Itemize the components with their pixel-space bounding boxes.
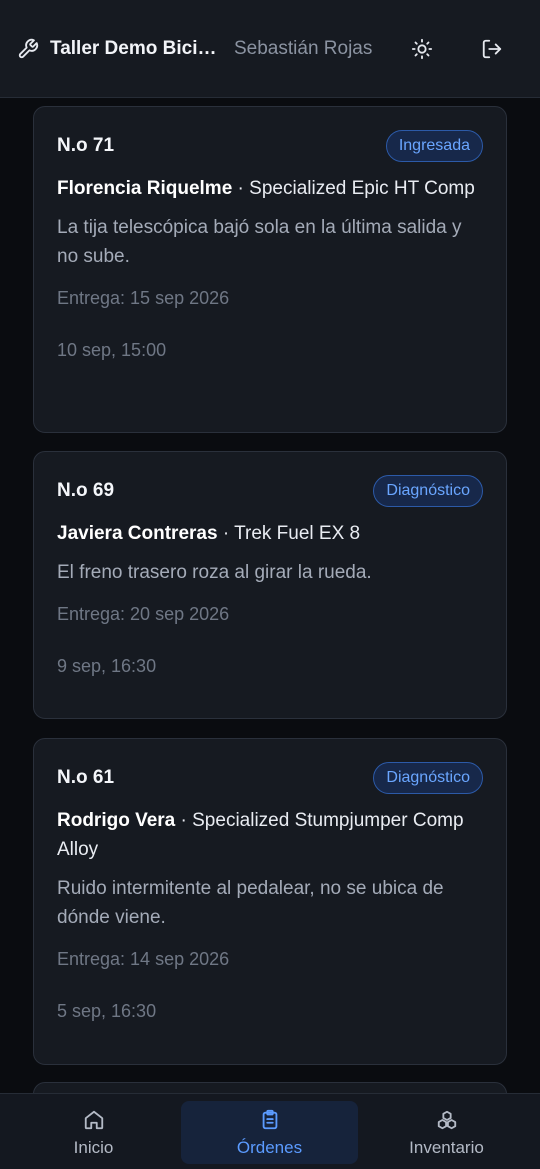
order-card[interactable]: N.o 61 Diagnóstico Rodrigo Vera · Specia… (33, 738, 507, 1065)
wrench-icon (16, 37, 40, 61)
order-number: N.o 61 (57, 767, 115, 788)
status-badge: Diagnóstico (373, 475, 483, 507)
order-created-date: 9 sep, 16:30 (57, 656, 157, 676)
order-client-bike: Rodrigo Vera · Specialized Stumpjumper C… (57, 806, 483, 864)
nav-label-orders: Órdenes (236, 1137, 303, 1157)
order-due-date: Entrega: 14 sep 2026 (57, 949, 230, 969)
user-name[interactable]: Sebastián Rojas (234, 38, 386, 60)
order-card[interactable] (33, 1082, 507, 1093)
bike-model: · Specialized Epic HT Comp (232, 178, 475, 199)
nav-item-orders[interactable]: Órdenes (181, 1101, 358, 1164)
home-icon (83, 1108, 105, 1132)
logout-icon[interactable] (478, 35, 506, 63)
client-name: Florencia Riquelme (57, 178, 233, 199)
order-card[interactable]: N.o 69 Diagnóstico Javiera Contreras · T… (33, 451, 507, 719)
order-created-date: 5 sep, 16:30 (57, 1001, 157, 1021)
nav-label-home: Inicio (73, 1137, 114, 1157)
status-badge: Ingresada (385, 130, 483, 162)
order-due-date: Entrega: 15 sep 2026 (57, 288, 230, 308)
order-card[interactable]: N.o 71 Ingresada Florencia Riquelme · Sp… (33, 106, 507, 433)
order-number: N.o 71 (57, 135, 115, 156)
nav-item-inventory[interactable]: Inventario (358, 1101, 535, 1164)
clipboard-icon (259, 1108, 281, 1132)
order-client-bike: Javiera Contreras · Trek Fuel EX 8 (57, 519, 483, 548)
nav-label-inventory: Inventario (409, 1137, 484, 1157)
app-title: Taller Demo Bicicletas (50, 37, 222, 59)
order-due-date: Entrega: 20 sep 2026 (57, 604, 230, 624)
bike-model: · Trek Fuel EX 8 (217, 523, 361, 544)
order-client-bike: Florencia Riquelme · Specialized Epic HT… (57, 174, 483, 203)
order-number: N.o 69 (57, 480, 115, 501)
app-header: Taller Demo Bicicletas Sebastián Rojas (0, 0, 540, 98)
order-issue: La tija telescópica bajó sola en la últi… (57, 217, 462, 267)
boxes-icon (436, 1108, 458, 1132)
bottom-nav: Inicio Órdenes Inventario (0, 1093, 540, 1169)
orders-list: N.o 71 Ingresada Florencia Riquelme · Sp… (0, 98, 540, 1093)
order-issue: El freno trasero roza al girar la rueda. (57, 562, 372, 583)
client-name: Javiera Contreras (57, 523, 218, 544)
order-issue: Ruido intermitente al pedalear, no se ub… (57, 878, 444, 928)
order-created-date: 10 sep, 15:00 (57, 340, 167, 360)
nav-item-home[interactable]: Inicio (5, 1101, 182, 1164)
status-badge: Diagnóstico (373, 762, 483, 794)
client-name: Rodrigo Vera (57, 810, 176, 831)
sun-icon[interactable] (408, 35, 436, 63)
